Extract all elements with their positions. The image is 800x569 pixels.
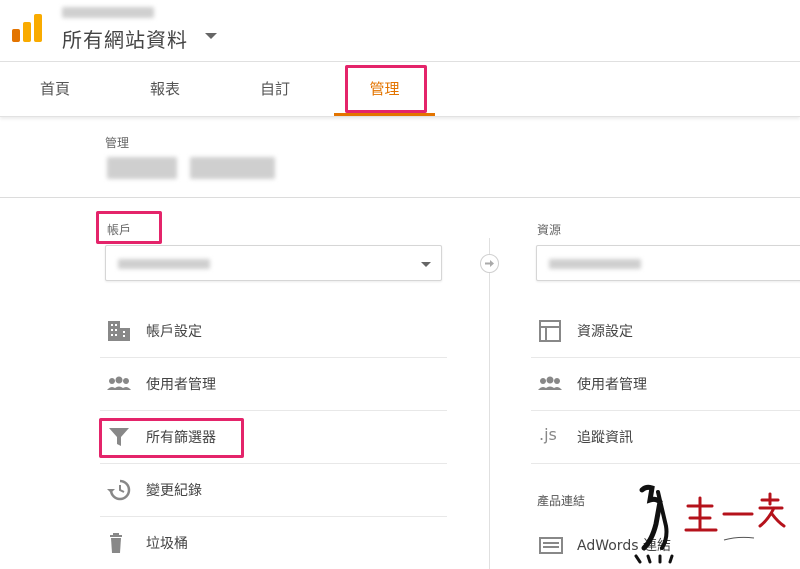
arrow-right-icon xyxy=(480,254,499,273)
menu-item-label: 變更紀錄 xyxy=(146,483,202,499)
adwords-icon xyxy=(537,533,563,557)
account-name-redacted xyxy=(62,7,154,18)
site-title[interactable]: 所有網站資料 xyxy=(62,24,188,53)
history-icon xyxy=(106,478,132,502)
menu-item-account-settings[interactable]: 帳戶設定 xyxy=(100,305,447,358)
menu-item-change-history[interactable]: 變更紀錄 xyxy=(100,464,447,517)
account-selector[interactable] xyxy=(105,245,442,281)
caret-down-icon[interactable] xyxy=(205,33,217,39)
highlight-box-admin-tab xyxy=(345,65,427,113)
menu-item-trash[interactable]: 垃圾桶 xyxy=(100,517,447,569)
menu-item-label: 使用者管理 xyxy=(577,377,647,393)
property-column-label: 資源 xyxy=(537,223,562,237)
watermark-logo xyxy=(628,478,800,569)
column-divider xyxy=(489,238,490,569)
section-divider xyxy=(0,197,800,198)
active-tab-indicator xyxy=(334,113,435,116)
property-selector-value-redacted xyxy=(549,259,641,269)
chevron-down-icon[interactable] xyxy=(421,262,431,267)
product-linking-label: 產品連結 xyxy=(537,494,586,508)
layout-icon xyxy=(537,319,563,343)
menu-item-tracking-info[interactable]: .js 追蹤資訊 xyxy=(531,411,800,464)
building-icon xyxy=(106,319,132,343)
admin-account-redacted-1 xyxy=(107,157,177,179)
property-selector[interactable] xyxy=(536,245,800,281)
highlight-box-all-filters xyxy=(99,418,244,458)
users-icon xyxy=(106,372,132,396)
menu-item-label: 資源設定 xyxy=(577,324,633,340)
menu-item-account-user-management[interactable]: 使用者管理 xyxy=(100,358,447,411)
menu-item-label: 追蹤資訊 xyxy=(577,430,633,446)
js-icon: .js xyxy=(539,425,557,444)
trash-icon xyxy=(106,531,132,555)
users-icon xyxy=(537,372,563,396)
analytics-logo-icon[interactable] xyxy=(12,14,42,42)
tab-reports[interactable]: 報表 xyxy=(130,62,200,117)
admin-account-redacted-2 xyxy=(190,157,275,179)
highlight-box-account-label xyxy=(96,211,162,244)
admin-section-label: 管理 xyxy=(105,136,130,150)
app-header: 所有網站資料 xyxy=(0,0,800,62)
menu-item-property-user-management[interactable]: 使用者管理 xyxy=(531,358,800,411)
tab-customize[interactable]: 自訂 xyxy=(240,62,310,117)
account-selector-value-redacted xyxy=(118,259,210,269)
menu-item-label: 垃圾桶 xyxy=(146,536,188,552)
tab-home[interactable]: 首頁 xyxy=(20,62,90,117)
menu-item-property-settings[interactable]: 資源設定 xyxy=(531,305,800,358)
menu-item-label: 使用者管理 xyxy=(146,377,216,393)
menu-item-label: 帳戶設定 xyxy=(146,324,202,340)
